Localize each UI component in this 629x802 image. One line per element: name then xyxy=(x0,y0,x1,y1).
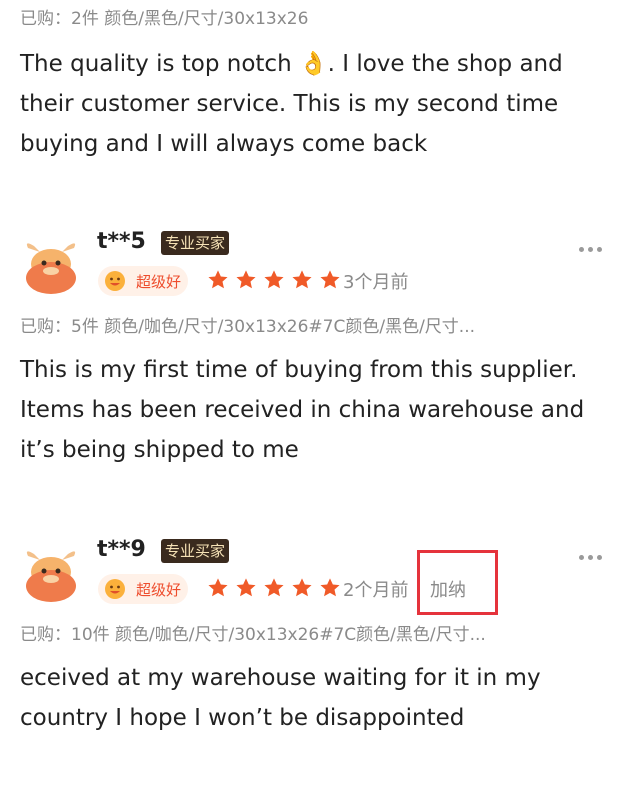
star-icon xyxy=(320,270,340,289)
pro-buyer-badge: 专业买家 xyxy=(161,539,230,563)
review-text: This is my first time of buying from thi… xyxy=(20,357,585,463)
star-icon xyxy=(320,578,340,597)
purchase-info: 已购：5件 颜色/咖色/尺寸/30x13x26#7C颜色/黑色/尺寸... xyxy=(20,317,476,337)
satisfaction-label: 超级好 xyxy=(136,273,182,291)
purchase-info: 已购：10件 颜色/咖色/尺寸/30x13x26#7C颜色/黑色/尺寸... xyxy=(20,625,486,645)
star-icon xyxy=(264,578,284,597)
purchase-info: 已购：2件 颜色/黑色/尺寸/30x13x26 xyxy=(20,9,309,29)
more-dots-icon[interactable] xyxy=(579,545,609,560)
star-icon xyxy=(264,270,284,289)
review-time: 2个月前 xyxy=(343,580,409,601)
avatar-icon[interactable] xyxy=(22,546,80,604)
rating-stars xyxy=(207,577,342,601)
review-text: The quality is top notch 👌. I love the s… xyxy=(20,51,563,157)
star-icon xyxy=(236,270,256,289)
star-icon xyxy=(208,578,228,597)
star-icon xyxy=(236,578,256,597)
smile-face-icon xyxy=(105,271,125,291)
review-time: 3个月前 xyxy=(343,272,409,293)
highlight-annotation xyxy=(417,550,498,615)
star-icon xyxy=(292,578,312,597)
star-icon xyxy=(208,270,228,289)
review-text: eceived at my warehouse waiting for it i… xyxy=(20,665,541,731)
rating-stars xyxy=(207,269,342,293)
satisfaction-pill: 超级好 xyxy=(98,574,188,604)
more-dots-icon[interactable] xyxy=(579,237,609,252)
satisfaction-label: 超级好 xyxy=(136,581,182,599)
smile-face-icon xyxy=(105,579,125,599)
pro-buyer-badge: 专业买家 xyxy=(161,231,230,255)
star-icon xyxy=(292,270,312,289)
reviewer-name[interactable]: t**5 xyxy=(97,229,146,254)
reviewer-name[interactable]: t**9 xyxy=(97,537,146,562)
avatar-icon[interactable] xyxy=(22,238,80,296)
satisfaction-pill: 超级好 xyxy=(98,266,188,296)
